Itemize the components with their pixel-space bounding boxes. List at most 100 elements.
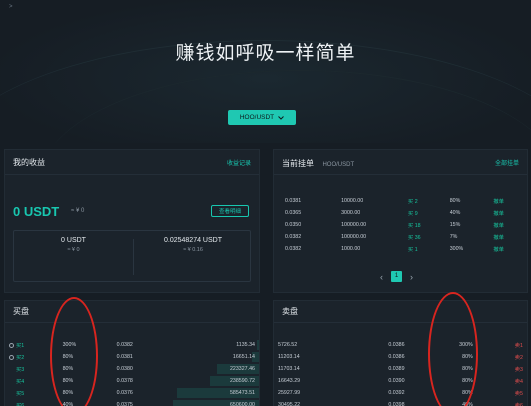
- buy-price: 0.0381: [116, 354, 133, 360]
- history-value: 0.02548274 USDT: [164, 237, 222, 244]
- buy-row[interactable]: 买1 300% 0.0382 1135.34: [5, 339, 259, 351]
- buy-book-header: 买盘: [5, 301, 259, 323]
- buy-row[interactable]: 买3 80% 0.0380 223327.46: [5, 363, 259, 375]
- buy-level-cell: 买1: [5, 339, 35, 351]
- buy-amount-cell: 1135.34: [149, 339, 259, 351]
- sell-row[interactable]: 11203.14 0.0386 80% 卖2: [274, 351, 527, 363]
- cancel-order-button[interactable]: 撤单: [489, 219, 527, 231]
- current-orders-header-row: [274, 184, 527, 195]
- earnings-approx: ≈ ¥ 0: [71, 208, 85, 214]
- sell-level: 卖5: [514, 391, 523, 397]
- sell-level: 卖6: [514, 403, 523, 406]
- buy-amount-cell: 238590.72: [149, 375, 259, 387]
- order-price: 0.0382: [285, 234, 302, 240]
- chevron-down-icon: [278, 115, 285, 120]
- buy-row[interactable]: 买4 80% 0.0378 238590.72: [5, 375, 259, 387]
- pagination-page-1[interactable]: 1: [391, 271, 402, 282]
- order-price: 0.0381: [285, 198, 302, 204]
- buy-level-cell: 买5: [5, 387, 35, 399]
- sell-amount: 11703.14: [278, 366, 300, 372]
- sell-amount: 16643.29: [278, 378, 301, 384]
- hero-title: 赚钱如呼吸一样简单: [175, 43, 356, 64]
- sell-amount: 25927.99: [278, 390, 301, 396]
- order-row: 0.0382 1000.00 买 1 300% 撤单: [274, 243, 527, 255]
- buy-amount-cell: 650600.00: [149, 399, 259, 406]
- sell-row[interactable]: 30495.22 0.0398 40% 卖6: [274, 399, 527, 406]
- buy-amount: 16651.14: [232, 354, 255, 360]
- sell-row[interactable]: 5726.52 0.0386 300% 卖1: [274, 339, 527, 351]
- sell-amount: 30495.22: [278, 402, 301, 406]
- pair-select-button[interactable]: HOO/USDT: [228, 110, 296, 125]
- col-sell-price: [349, 328, 409, 339]
- sell-row[interactable]: 16643.29 0.0390 80% 卖4: [274, 375, 527, 387]
- sell-row[interactable]: 25927.99 0.0392 80% 卖5: [274, 387, 527, 399]
- order-amount: 100000.00: [341, 234, 367, 240]
- view-details-button[interactable]: 查看明细: [211, 205, 249, 217]
- order-level: 买 1: [407, 247, 418, 253]
- buy-level-cell: 买4: [5, 375, 35, 387]
- buy-level: 买4: [16, 379, 25, 385]
- order-level: 买 18: [407, 223, 421, 229]
- order-level: 买 2: [407, 199, 418, 205]
- sell-amount: 11203.14: [278, 354, 300, 360]
- sell-level: 卖2: [514, 355, 523, 361]
- buy-amount: 585473.51: [229, 390, 255, 396]
- buy-level-cell: 买3: [5, 363, 35, 375]
- pagination-next-icon[interactable]: ›: [410, 272, 413, 282]
- earnings-record-link[interactable]: 收益记录: [227, 158, 251, 167]
- order-level: 买 36: [407, 235, 421, 241]
- pagination-prev-icon[interactable]: ‹: [380, 272, 383, 282]
- cancel-order-button[interactable]: 撤单: [489, 243, 527, 255]
- current-orders-header: 当前挂单 HOO/USDT 全部挂单: [274, 150, 527, 175]
- buy-level-cell: 买6: [5, 399, 35, 406]
- sell-level: 卖1: [514, 343, 523, 349]
- cancel-order-button[interactable]: 撤单: [489, 207, 527, 219]
- buy-level: 买5: [16, 391, 25, 397]
- sell-price: 0.0398: [388, 402, 405, 406]
- radio-icon[interactable]: [9, 343, 14, 349]
- sell-price: 0.0386: [388, 354, 405, 360]
- history-column: 0.02548274 USDT ≈ ¥ 0.16: [134, 231, 252, 283]
- order-level: 买 9: [407, 211, 418, 217]
- col-order-price: [274, 184, 337, 195]
- buy-row[interactable]: 买5 80% 0.0376 585473.51: [5, 387, 259, 399]
- sell-book-table: 5726.52 0.0386 300% 卖1 11203.14 0.0386 80% 卖2 11…: [274, 328, 527, 406]
- col-order-rate: [446, 184, 490, 195]
- pending-total-value: 0 USDT: [61, 237, 86, 244]
- radio-icon[interactable]: [9, 355, 14, 361]
- cancel-order-button[interactable]: 撤单: [489, 231, 527, 243]
- col-order-action: [489, 184, 527, 195]
- order-row: 0.0381 10000.00 买 2 80% 撤单: [274, 195, 527, 207]
- buy-price: 0.0376: [116, 390, 133, 396]
- all-orders-link[interactable]: 全部挂单: [495, 158, 519, 167]
- buy-row[interactable]: 买6 40% 0.0375 650600.00: [5, 399, 259, 406]
- sell-price: 0.0392: [388, 390, 405, 396]
- order-amount: 100000.00: [341, 222, 367, 228]
- order-rate: 15%: [449, 222, 461, 228]
- earnings-title: 我的收益: [13, 157, 45, 167]
- col-order-amount: [337, 184, 404, 195]
- buy-book-panel: 买盘 买1 300% 0.0382 1135.34 买2 80% 0.0381 16651.1…: [4, 300, 260, 406]
- current-orders-pair: HOO/USDT: [322, 162, 355, 168]
- current-orders-title: 当前挂单: [282, 159, 314, 168]
- buy-level: 买2: [16, 355, 25, 361]
- order-rate: 7%: [449, 234, 458, 240]
- order-rate: 40%: [449, 210, 461, 216]
- cancel-order-button[interactable]: 撤单: [489, 195, 527, 207]
- history-approx: ≈ ¥ 0.16: [183, 247, 203, 253]
- buy-book-header-row: [5, 328, 259, 339]
- col-order-level: [404, 184, 446, 195]
- sell-book-panel: 卖盘 5726.52 0.0386 300% 卖1 11203.14 0.0386 80% 卖…: [273, 300, 528, 406]
- buy-price: 0.0380: [116, 366, 133, 372]
- sell-price: 0.0386: [388, 342, 405, 348]
- order-rate: 300%: [449, 246, 464, 252]
- current-orders-table: 0.0381 10000.00 买 2 80% 撤单 0.0365 3000.00 买 9 40…: [274, 184, 527, 255]
- buy-price: 0.0375: [116, 402, 133, 406]
- sell-book-header: 卖盘: [274, 301, 527, 323]
- buy-level-cell: 买2: [5, 351, 35, 363]
- buy-row[interactable]: 买2 80% 0.0381 16651.14: [5, 351, 259, 363]
- order-row: 0.0365 3000.00 买 9 40% 撤单: [274, 207, 527, 219]
- sell-row[interactable]: 11703.14 0.0389 80% 卖3: [274, 363, 527, 375]
- annotation-ellipse-sell-rate: [428, 292, 478, 406]
- pending-total-approx: ≈ ¥ 0: [67, 247, 80, 253]
